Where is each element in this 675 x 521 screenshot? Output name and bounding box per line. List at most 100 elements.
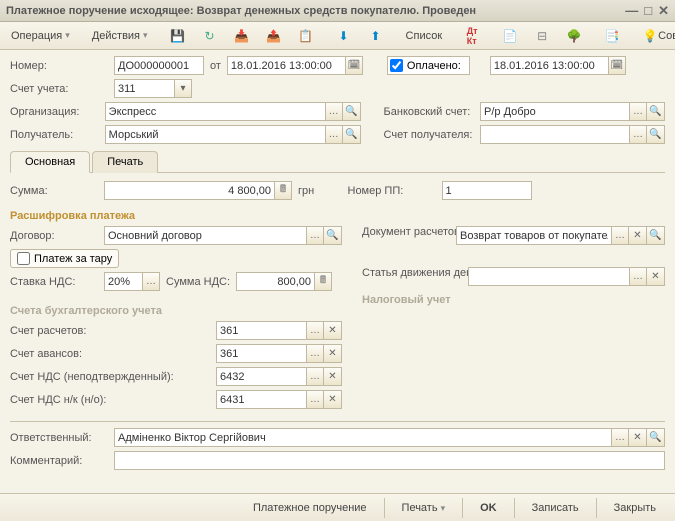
a1-input[interactable] [216, 321, 306, 340]
clear-icon[interactable]: ✕ [324, 367, 342, 386]
number-input[interactable] [114, 56, 204, 75]
struct-icon[interactable]: ⊟ [527, 25, 557, 47]
ok-button[interactable]: OK [469, 498, 508, 518]
tab-main[interactable]: Основная [10, 151, 90, 173]
calendar-icon[interactable]: 🗓 [608, 56, 626, 75]
org-input[interactable] [105, 102, 325, 121]
tab-print[interactable]: Печать [92, 151, 158, 173]
paid-checkbox[interactable]: Оплачено: [387, 56, 470, 75]
titlebar: Платежное поручение исходящее: Возврат д… [0, 0, 675, 22]
ellipsis-icon[interactable]: … [306, 344, 324, 363]
bank-label: Банковский счет: [384, 106, 474, 118]
ellipsis-icon[interactable]: … [306, 226, 324, 245]
report-icon[interactable]: 📄 [495, 25, 525, 47]
calc-icon[interactable]: 🖩 [274, 181, 292, 200]
resp-label: Ответственный: [10, 432, 108, 444]
recv-acct-input[interactable] [480, 125, 629, 144]
down-icon[interactable]: ⬇ [329, 25, 359, 47]
vat-sum-label: Сумма НДС: [166, 276, 230, 288]
a4-input[interactable] [216, 390, 306, 409]
ellipsis-icon[interactable]: … [611, 428, 629, 447]
ellipsis-icon[interactable]: … [306, 367, 324, 386]
ellipsis-icon[interactable]: … [629, 125, 647, 144]
tare-checkbox[interactable]: Платеж за тару [10, 249, 119, 268]
dtct-icon[interactable]: ДтКт [457, 25, 487, 47]
move-input[interactable] [468, 267, 629, 286]
refresh-icon[interactable]: ↻ [195, 25, 225, 47]
date1-input[interactable] [227, 56, 345, 75]
calendar-icon[interactable]: 🗓 [345, 56, 363, 75]
bottombar: Платежное поручение Печать OK Записать З… [0, 493, 675, 521]
close-button[interactable]: Закрыть [603, 498, 667, 518]
save-icon[interactable]: 💾 [163, 25, 193, 47]
tips-button[interactable]: 💡Советы [635, 25, 675, 47]
from-label: от [210, 60, 221, 72]
search-icon[interactable]: 🔍 [343, 125, 361, 144]
a3-input[interactable] [216, 367, 306, 386]
tree-icon[interactable]: 🌳 [559, 25, 589, 47]
ellipsis-icon[interactable]: … [629, 102, 647, 121]
payment-order-button[interactable]: Платежное поручение [242, 498, 378, 518]
bank-input[interactable] [480, 102, 629, 121]
unpost-icon[interactable]: 📤 [259, 25, 289, 47]
decode-title: Расшифровка платежа [10, 210, 665, 222]
clear-icon[interactable]: ✕ [629, 428, 647, 447]
clear-icon[interactable]: ✕ [324, 344, 342, 363]
clear-icon[interactable]: ✕ [629, 226, 647, 245]
settings-icon[interactable]: 📑 [597, 25, 627, 47]
acct-input[interactable] [114, 79, 174, 98]
contract-input[interactable] [104, 226, 306, 245]
a2-label: Счет авансов: [10, 348, 210, 360]
clear-icon[interactable]: ✕ [647, 267, 665, 286]
ellipsis-icon[interactable]: … [306, 321, 324, 340]
print-button[interactable]: Печать [391, 498, 457, 518]
close-icon[interactable]: ✕ [658, 3, 669, 19]
calc-icon[interactable]: 🖩 [314, 272, 332, 291]
recv-input[interactable] [105, 125, 325, 144]
comm-input[interactable] [114, 451, 665, 470]
dropdown-icon[interactable]: ▾ [174, 79, 192, 98]
save-button[interactable]: Записать [521, 498, 590, 518]
clear-icon[interactable]: ✕ [324, 390, 342, 409]
ellipsis-icon[interactable]: … [306, 390, 324, 409]
ellipsis-icon[interactable]: … [325, 102, 343, 121]
vat-rate-input[interactable] [104, 272, 142, 291]
search-icon[interactable]: 🔍 [343, 102, 361, 121]
sum-input[interactable] [104, 181, 274, 200]
post-icon[interactable]: 📥 [227, 25, 257, 47]
ellipsis-icon[interactable]: … [325, 125, 343, 144]
vat-rate-label: Ставка НДС: [10, 276, 98, 288]
pp-input[interactable] [442, 181, 532, 200]
list-button[interactable]: Список [399, 27, 450, 45]
doc-calc-input[interactable] [456, 226, 611, 245]
toolbar: Операция Действия 💾 ↻ 📥 📤 📋 ⬇ ⬆ Список Д… [0, 22, 675, 50]
clear-icon[interactable]: ✕ [324, 321, 342, 340]
up-icon[interactable]: ⬆ [361, 25, 391, 47]
basis-icon[interactable]: 📋 [291, 25, 321, 47]
search-icon[interactable]: 🔍 [647, 125, 665, 144]
search-icon[interactable]: 🔍 [647, 428, 665, 447]
resp-input[interactable] [114, 428, 611, 447]
search-icon[interactable]: 🔍 [647, 226, 665, 245]
a2-input[interactable] [216, 344, 306, 363]
a3-label: Счет НДС (неподтвержденный): [10, 371, 210, 383]
date2-input[interactable] [490, 56, 608, 75]
recv-acct-label: Счет получателя: [384, 129, 474, 141]
sum-label: Сумма: [10, 185, 98, 197]
window-title: Платежное поручение исходящее: Возврат д… [6, 5, 625, 17]
search-icon[interactable]: 🔍 [324, 226, 342, 245]
maximize-icon[interactable]: □ [644, 3, 652, 19]
vat-sum-input[interactable] [236, 272, 314, 291]
ellipsis-icon[interactable]: … [629, 267, 647, 286]
currency-label: грн [298, 185, 314, 197]
actions-menu[interactable]: Действия [85, 27, 155, 45]
minimize-icon[interactable]: — [625, 3, 638, 19]
operation-menu[interactable]: Операция [4, 27, 77, 45]
search-icon[interactable]: 🔍 [647, 102, 665, 121]
a1-label: Счет расчетов: [10, 325, 210, 337]
recv-label: Получатель: [10, 129, 99, 141]
number-label: Номер: [10, 60, 108, 72]
ellipsis-icon[interactable]: … [142, 272, 160, 291]
ellipsis-icon[interactable]: … [611, 226, 629, 245]
acct-label: Счет учета: [10, 83, 108, 95]
